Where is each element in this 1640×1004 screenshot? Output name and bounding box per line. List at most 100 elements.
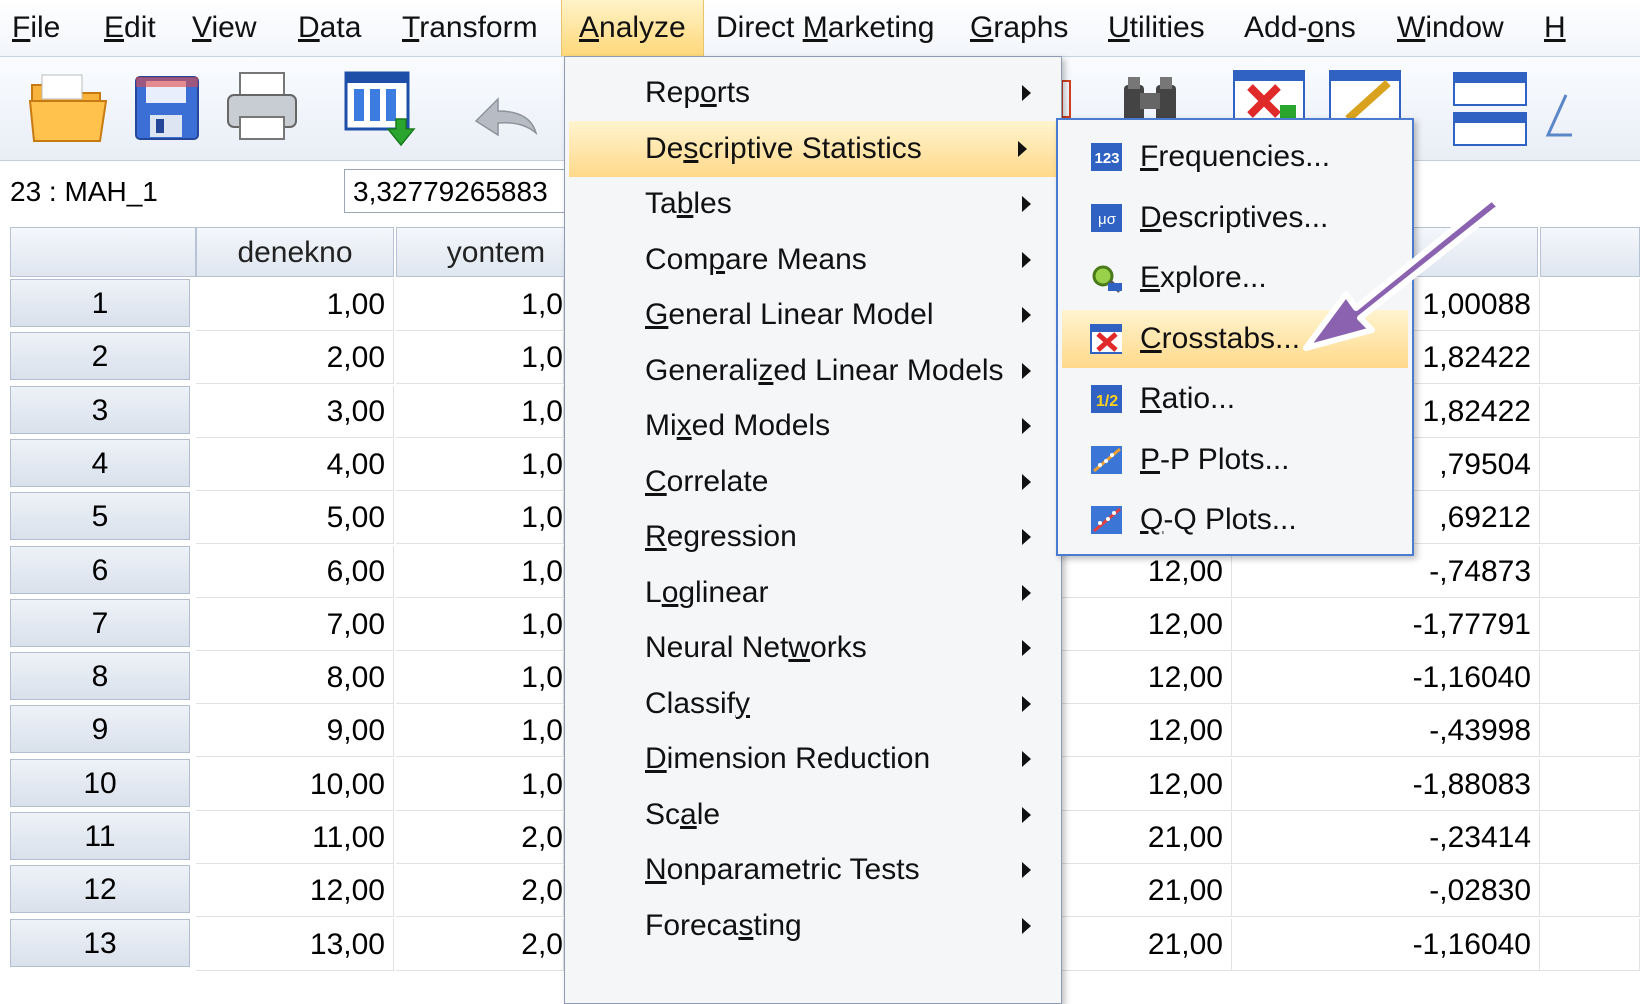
cell-yontem[interactable]: 1,0 — [396, 705, 564, 758]
cell-col-5[interactable] — [1540, 865, 1640, 918]
cell-col-5[interactable] — [1540, 918, 1640, 971]
cell-col-4[interactable]: -,02830 — [1232, 865, 1540, 918]
menu-graphs[interactable]: Graphs — [970, 0, 1068, 56]
split-file-icon[interactable] — [1452, 71, 1528, 149]
cell-col-3[interactable]: 12,00 — [1062, 652, 1232, 705]
menu-window[interactable]: Window — [1397, 0, 1504, 56]
menu-item-correlate[interactable]: Correlate — [565, 454, 1061, 510]
cell-col-4[interactable]: -1,16040 — [1232, 652, 1540, 705]
cell-col-5[interactable] — [1540, 652, 1640, 705]
row-header[interactable]: 1 — [10, 279, 190, 327]
weight-cases-icon[interactable] — [1544, 91, 1574, 141]
cell-yontem[interactable]: 1,0 — [396, 279, 564, 331]
cell-yontem[interactable]: 1,0 — [396, 492, 564, 545]
cell-denekno[interactable]: 11,00 — [196, 812, 394, 864]
cell-col-5[interactable] — [1540, 812, 1640, 864]
cell-col-5[interactable] — [1540, 492, 1640, 545]
cell-yontem[interactable]: 2,0 — [396, 812, 564, 864]
cell-denekno[interactable]: 5,00 — [196, 492, 394, 545]
cell-col-5[interactable] — [1540, 385, 1640, 438]
row-header[interactable]: 10 — [10, 758, 190, 807]
cell-yontem[interactable]: 2,0 — [396, 865, 564, 918]
menu-direct-marketing[interactable]: Direct Marketing — [716, 0, 934, 56]
corner-header[interactable] — [10, 227, 196, 277]
submenu-item-ratio[interactable]: 1/2 Ratio... — [1062, 370, 1408, 428]
print-icon[interactable] — [226, 71, 298, 143]
cell-denekno[interactable]: 1,00 — [196, 279, 394, 331]
row-header[interactable]: 12 — [10, 865, 190, 914]
cell-col-3[interactable]: 12,00 — [1062, 598, 1232, 651]
row-header[interactable]: 11 — [10, 812, 190, 860]
row-header[interactable]: 4 — [10, 438, 190, 487]
cell-denekno[interactable]: 3,00 — [196, 385, 394, 438]
cell-denekno[interactable]: 2,00 — [196, 332, 394, 385]
cell-col-4[interactable]: -1,16040 — [1232, 918, 1540, 971]
cell-yontem[interactable]: 1,0 — [396, 385, 564, 438]
menu-view[interactable]: View — [192, 0, 256, 56]
cell-yontem[interactable]: 2,0 — [396, 918, 564, 971]
row-header[interactable]: 5 — [10, 492, 190, 541]
cell-col-5[interactable] — [1540, 758, 1640, 811]
menu-file[interactable]: File — [12, 0, 60, 56]
row-header[interactable]: 7 — [10, 598, 190, 647]
cell-denekno[interactable]: 8,00 — [196, 652, 394, 705]
menu-item-tables[interactable]: Tables — [565, 176, 1061, 232]
cell-col-5[interactable] — [1540, 598, 1640, 651]
undo-icon[interactable] — [470, 91, 542, 141]
cell-denekno[interactable]: 12,00 — [196, 865, 394, 918]
row-header[interactable]: 8 — [10, 652, 190, 701]
submenu-item-p-p-plots[interactable]: P-P Plots... — [1062, 431, 1408, 489]
cell-col-5[interactable] — [1540, 545, 1640, 598]
cell-denekno[interactable]: 10,00 — [196, 758, 394, 811]
menu-item-forecasting[interactable]: Forecasting — [565, 898, 1061, 954]
menu-edit[interactable]: Edit — [104, 0, 156, 56]
cell-col-3[interactable]: 12,00 — [1062, 758, 1232, 811]
menu-item-general-linear-model[interactable]: General Linear Model — [565, 287, 1061, 343]
cell-col-4[interactable]: -1,88083 — [1232, 758, 1540, 811]
open-folder-icon[interactable] — [28, 71, 108, 143]
row-header[interactable]: 13 — [10, 918, 190, 967]
menu-transform[interactable]: Transform — [402, 0, 538, 56]
menu-add-ons[interactable]: Add-ons — [1244, 0, 1356, 56]
row-header[interactable]: 6 — [10, 545, 190, 594]
cell-col-3[interactable]: 12,00 — [1062, 705, 1232, 758]
cell-col-4[interactable]: -,43998 — [1232, 705, 1540, 758]
menu-item-reports[interactable]: Reports — [565, 65, 1061, 121]
column-header-denekno[interactable]: denekno — [196, 227, 394, 277]
cell-col-5[interactable] — [1540, 332, 1640, 385]
menu-item-mixed-models[interactable]: Mixed Models — [565, 398, 1061, 454]
menu-utilities[interactable]: Utilities — [1108, 0, 1205, 56]
cell-yontem[interactable]: 1,0 — [396, 438, 564, 491]
column-header[interactable] — [1540, 227, 1640, 277]
cell-yontem[interactable]: 1,0 — [396, 545, 564, 598]
cell-yontem[interactable]: 1,0 — [396, 332, 564, 385]
cell-denekno[interactable]: 4,00 — [196, 438, 394, 491]
cell-denekno[interactable]: 6,00 — [196, 545, 394, 598]
cell-denekno[interactable]: 13,00 — [196, 918, 394, 971]
menu-analyze[interactable]: Analyze — [561, 0, 704, 56]
row-header[interactable]: 9 — [10, 705, 190, 754]
menu-item-generalized-linear-models[interactable]: Generalized Linear Models — [565, 343, 1061, 399]
menu-item-descriptive-statistics[interactable]: Descriptive Statistics — [569, 120, 1057, 177]
menu-item-regression[interactable]: Regression — [565, 509, 1061, 565]
cell-yontem[interactable]: 1,0 — [396, 652, 564, 705]
cell-col-3[interactable]: 21,00 — [1062, 865, 1232, 918]
menu-item-neural-networks[interactable]: Neural Networks — [565, 620, 1061, 676]
cell-col-4[interactable]: -,23414 — [1232, 812, 1540, 864]
cell-col-5[interactable] — [1540, 705, 1640, 758]
submenu-item-frequencies[interactable]: 123 Frequencies... — [1062, 128, 1408, 186]
cell-col-5[interactable] — [1540, 279, 1640, 331]
menu-item-dimension-reduction[interactable]: Dimension Reduction — [565, 731, 1061, 787]
save-icon[interactable] — [134, 75, 200, 141]
menu-data[interactable]: Data — [298, 0, 361, 56]
menu-help[interactable]: H — [1544, 0, 1566, 56]
cell-col-4[interactable]: -1,77791 — [1232, 598, 1540, 651]
submenu-item-q-q-plots[interactable]: Q-Q Plots... — [1062, 491, 1408, 549]
cell-col-3[interactable]: 21,00 — [1062, 812, 1232, 864]
menu-item-nonparametric-tests[interactable]: Nonparametric Tests — [565, 842, 1061, 898]
menu-item-classify[interactable]: Classify — [565, 676, 1061, 732]
row-header[interactable]: 2 — [10, 332, 190, 381]
menu-item-loglinear[interactable]: Loglinear — [565, 565, 1061, 621]
cell-denekno[interactable]: 9,00 — [196, 705, 394, 758]
cell-denekno[interactable]: 7,00 — [196, 598, 394, 651]
